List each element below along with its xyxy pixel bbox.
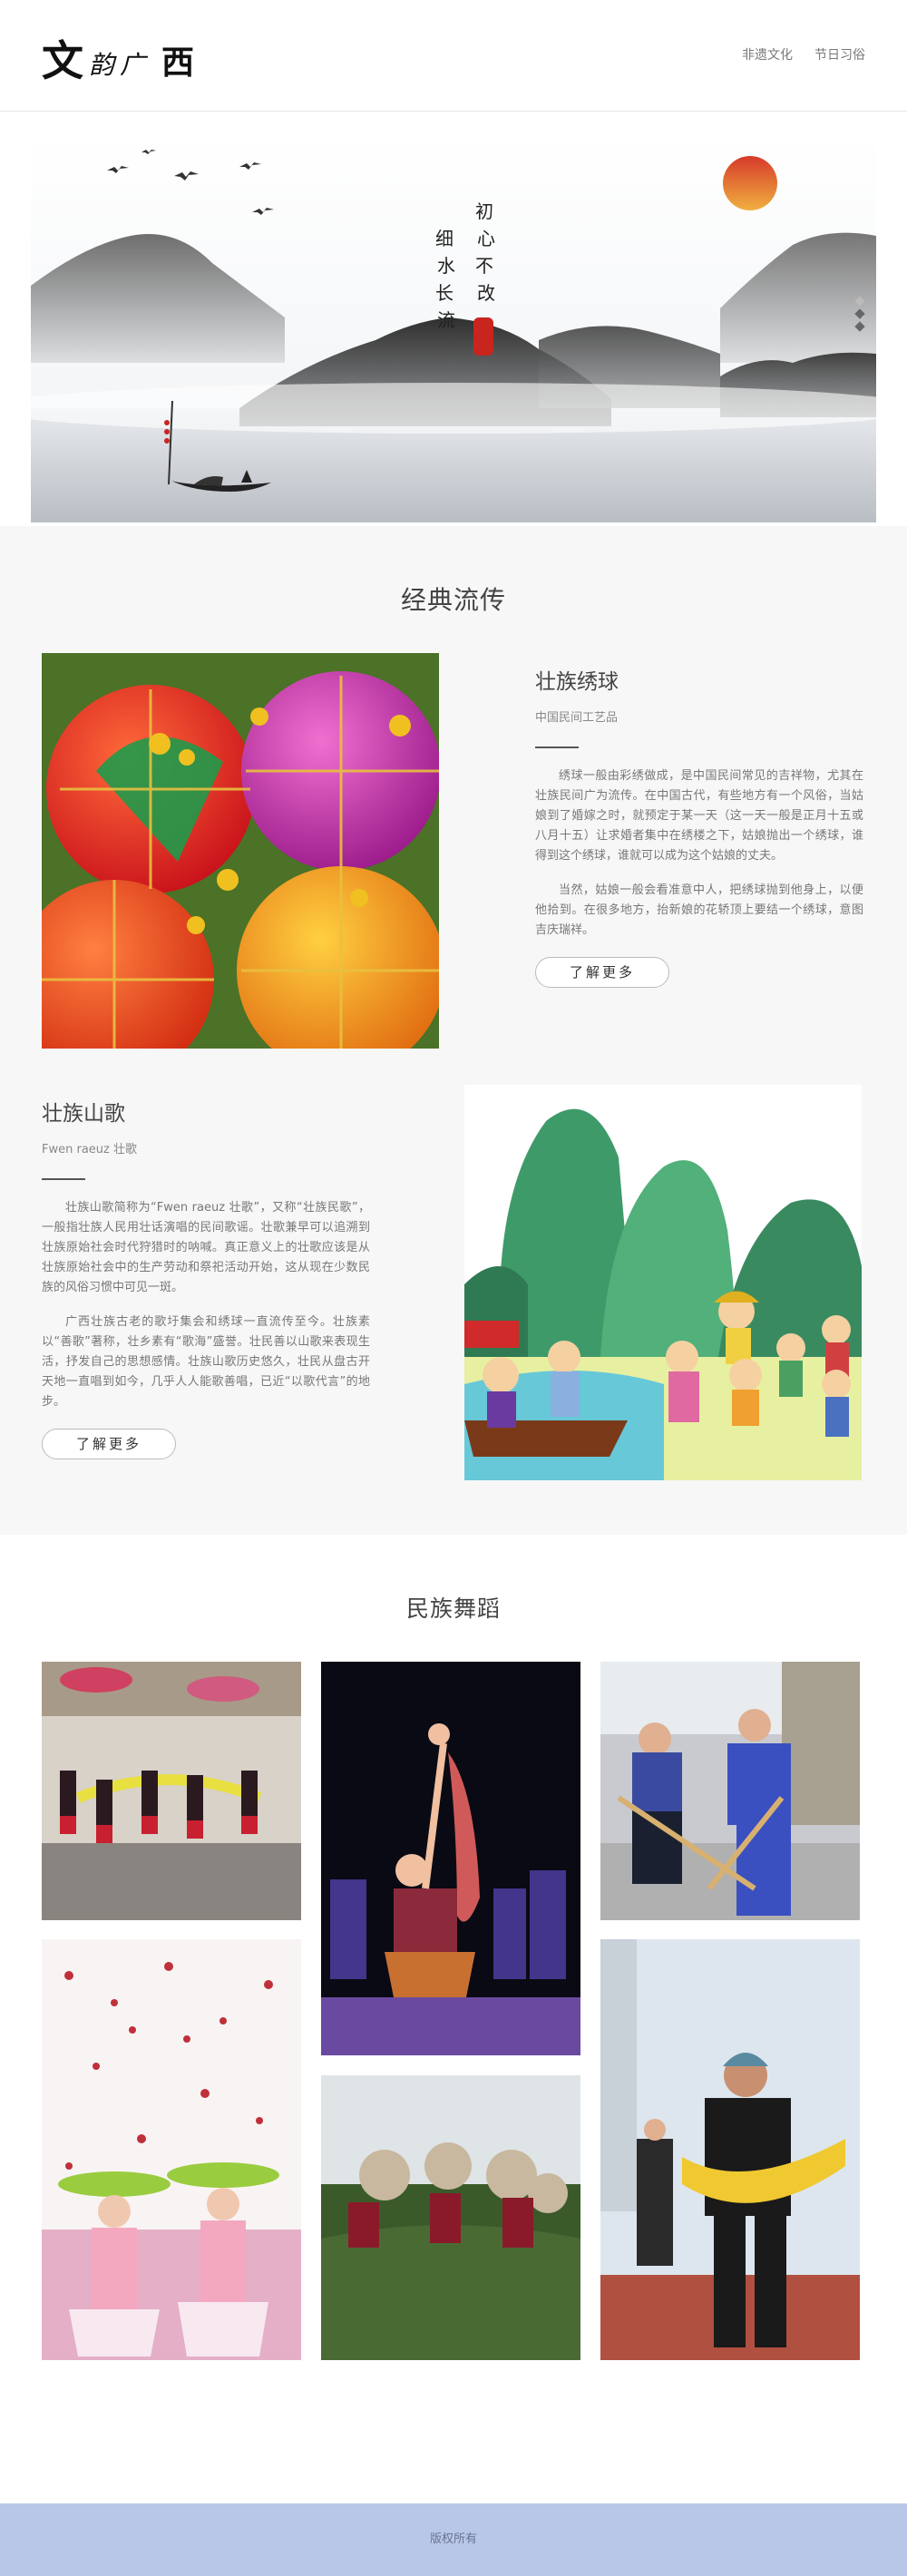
carousel-dot-2[interactable] xyxy=(854,308,865,319)
dance-photo-2[interactable] xyxy=(321,1662,580,2055)
embroidered-ball-info: 壮族绣球 中国民间工艺品 绣球一般由彩绣做成，是中国民间常见的吉祥物，尤其在壮族… xyxy=(535,664,863,988)
embroidered-ball-image xyxy=(42,653,439,1049)
folk-song-subtitle: Fwen raeuz 壮歌 xyxy=(42,1143,137,1156)
dance-photo-4[interactable] xyxy=(42,1939,301,2360)
hero-calligraphy-2-char-2: 水 xyxy=(437,255,455,277)
logo-char-1: 文 xyxy=(42,36,83,85)
folk-song-paragraph-1: 壮族山歌简称为“Fwen raeuz 壮歌”，又称“壮族民歌”，一般指壮族人民用… xyxy=(42,1201,370,1294)
hero-calligraphy-2-char-4: 流 xyxy=(437,309,455,331)
carousel-dot-1[interactable] xyxy=(854,296,865,307)
classics-section: 经典流传 壮族绣球 中国民间工艺品 绣球一般由彩绣做成，是中国民间常见的吉祥物，… xyxy=(0,526,907,1535)
hero-calligraphy-1-char-2: 心 xyxy=(477,228,495,249)
logo-char-4: 西 xyxy=(161,44,195,83)
carousel-dot-3[interactable] xyxy=(854,321,865,332)
nav-item-heritage[interactable]: 非遗文化 xyxy=(742,45,793,63)
folk-song-paragraph-2: 广西壮族古老的歌圩集会和绣球一直流传至今。壮族素以“善歌”著称，壮乡素有“歌海”… xyxy=(42,1315,370,1409)
embroidered-ball-paragraph-1: 绣球一般由彩绣做成，是中国民间常见的吉祥物，尤其在壮族民间广为流传。在中国古代，… xyxy=(535,769,863,863)
top-nav: 非遗文化 节日习俗 xyxy=(742,45,865,63)
site-header: 文 韵 广 西 非遗文化 节日习俗 xyxy=(0,0,907,112)
hero-calligraphy-1-char-4: 改 xyxy=(477,282,495,304)
hero-calligraphy-1-char-3: 不 xyxy=(475,255,493,277)
folk-song-title: 壮族山歌 xyxy=(42,1102,125,1126)
dance-photo-5[interactable] xyxy=(321,2075,580,2360)
folk-song-info: 壮族山歌 Fwen raeuz 壮歌 壮族山歌简称为“Fwen raeuz 壮歌… xyxy=(42,1096,370,1459)
folk-dance-title: 民族舞蹈 xyxy=(405,1595,501,1622)
title-divider xyxy=(535,746,579,748)
hero-calligraphy-1-char-1: 初 xyxy=(475,200,493,222)
learn-more-button[interactable]: 了解更多 xyxy=(535,957,669,988)
embroidered-ball-title: 壮族绣球 xyxy=(535,670,619,694)
hero-calligraphy-2-char-3: 长 xyxy=(435,282,454,304)
logo-char-3: 广 xyxy=(120,49,146,80)
logo-char-2: 韵 xyxy=(89,49,115,80)
red-seal-icon xyxy=(473,317,493,356)
carousel-indicators xyxy=(854,296,865,332)
nav-item-festivals[interactable]: 节日习俗 xyxy=(814,45,865,63)
dance-photo-6[interactable] xyxy=(600,1939,860,2360)
folk-song-illustration xyxy=(464,1085,862,1480)
copyright-text: 版权所有 xyxy=(429,2532,477,2546)
dance-photo-1[interactable] xyxy=(42,1662,301,1920)
embroidered-ball-paragraph-2: 当然，姑娘一般会看准意中人，把绣球抛到他身上，以便他拾到。在很多地方，抬新娘的花… xyxy=(535,883,863,937)
folk-dance-section: 民族舞蹈 xyxy=(0,1535,907,2503)
site-logo[interactable]: 文 韵 广 西 xyxy=(42,31,194,82)
hero-calligraphy-2-char-1: 细 xyxy=(435,228,454,249)
hero-banner[interactable]: 初 心 不 改 细 水 长 流 xyxy=(31,136,876,522)
classics-title: 经典流传 xyxy=(400,585,506,615)
ink-landscape-illustration: 初 心 不 改 细 水 长 流 xyxy=(31,136,876,522)
title-divider xyxy=(42,1178,85,1180)
learn-more-button[interactable]: 了解更多 xyxy=(42,1429,176,1459)
site-footer: 版权所有 xyxy=(0,2503,907,2576)
embroidered-ball-subtitle: 中国民间工艺品 xyxy=(535,711,619,725)
dance-photo-3[interactable] xyxy=(600,1662,860,1920)
